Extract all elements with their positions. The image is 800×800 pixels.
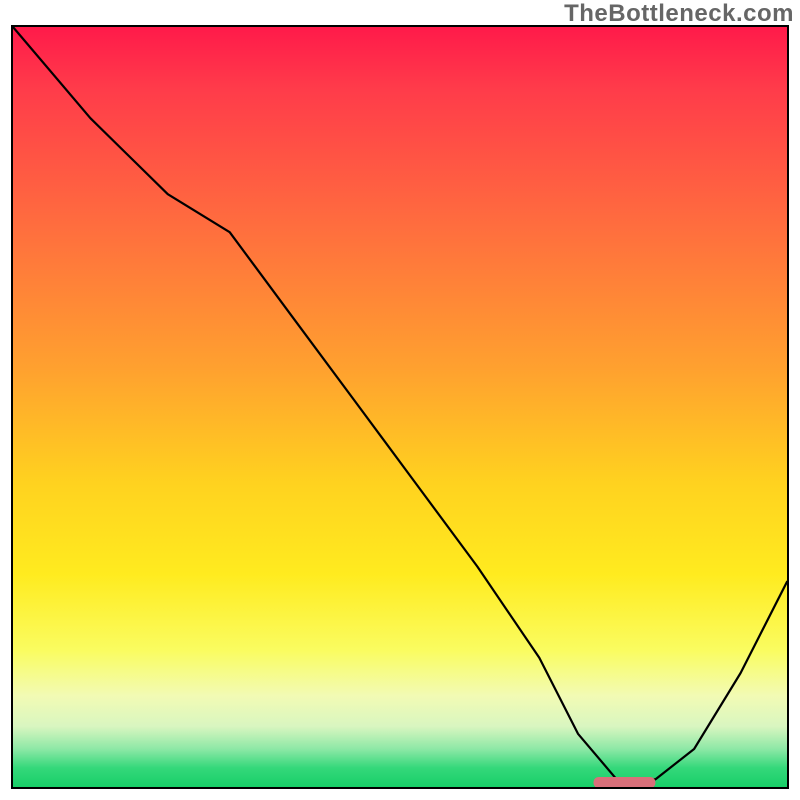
watermark-text: TheBottleneck.com [564, 0, 794, 28]
plot-area [11, 25, 789, 789]
chart-container: TheBottleneck.com [0, 0, 800, 800]
line-chart-svg [13, 27, 787, 787]
optimal-marker [594, 777, 656, 787]
bottleneck-curve [13, 27, 787, 779]
